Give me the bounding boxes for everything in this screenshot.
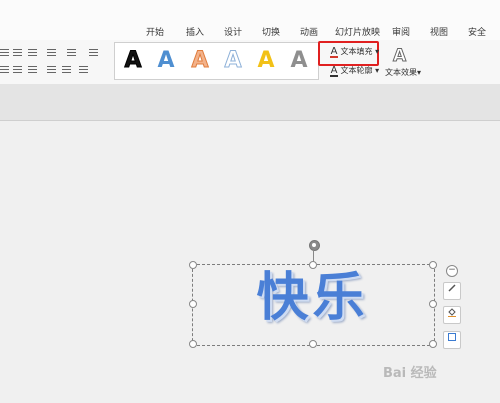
- tab-slideshow[interactable]: 幻灯片放映: [335, 25, 380, 38]
- tab-transition[interactable]: 切换: [262, 25, 280, 38]
- tab-security[interactable]: 安全: [468, 25, 486, 38]
- increase-indent-icon[interactable]: [28, 47, 37, 56]
- align-center-icon[interactable]: [13, 64, 22, 73]
- decrease-indent-icon[interactable]: [13, 47, 22, 56]
- text-direction-icon[interactable]: [67, 47, 76, 56]
- resize-handle-top-right[interactable]: [429, 261, 437, 269]
- fill-bucket-icon[interactable]: [443, 306, 461, 324]
- resize-handle-top[interactable]: [309, 261, 317, 269]
- text-effect-icon: A: [392, 46, 407, 67]
- slide-canvas[interactable]: [0, 121, 500, 403]
- resize-handle-bottom-right[interactable]: [429, 340, 437, 348]
- wordart-text[interactable]: 快乐: [192, 266, 433, 330]
- watermark: Bai 经验: [383, 366, 437, 381]
- wordart-style-black[interactable]: A: [120, 48, 146, 73]
- shape-style-icon[interactable]: [443, 282, 461, 300]
- columns-icon[interactable]: [47, 47, 56, 56]
- tab-animation[interactable]: 动画: [300, 25, 318, 38]
- wordart-style-gallery[interactable]: A A A A A A: [114, 42, 319, 80]
- ribbon-tab-bar: 开始 插入 设计 切换 动画 幻灯片放映 审阅 视图 安全: [0, 0, 500, 40]
- text-fill-button[interactable]: A 文本填充 ▾: [330, 46, 379, 58]
- chevron-down-icon: ▾: [375, 47, 380, 56]
- tab-design[interactable]: 设计: [224, 25, 242, 38]
- align-text-icon[interactable]: [79, 64, 88, 73]
- resize-handle-bottom-left[interactable]: [189, 340, 197, 348]
- distribute-icon[interactable]: [62, 64, 71, 73]
- chevron-down-icon: ▾: [375, 66, 380, 75]
- wordart-style-blue-outline[interactable]: A: [220, 48, 246, 73]
- wordart-style-orange-outline[interactable]: A: [187, 48, 213, 73]
- text-effect-button[interactable]: A 文本效果▾: [384, 46, 424, 80]
- resize-handle-bottom[interactable]: [309, 340, 317, 348]
- outline-icon[interactable]: [443, 331, 461, 349]
- text-outline-icon: A: [330, 65, 338, 77]
- wordart-style-gold[interactable]: A: [253, 49, 279, 73]
- resize-handle-left[interactable]: [189, 300, 197, 308]
- wordart-style-blue[interactable]: A: [153, 49, 179, 73]
- indent-icon[interactable]: [0, 47, 9, 56]
- wordart-style-gray[interactable]: A: [286, 49, 312, 73]
- text-outline-button[interactable]: A 文本轮廓 ▾: [330, 65, 379, 77]
- text-effect-label: 文本效果▾: [385, 68, 422, 77]
- line-spacing-icon[interactable]: [89, 47, 98, 56]
- justify-icon[interactable]: [47, 64, 56, 73]
- collapse-icon[interactable]: −: [446, 265, 458, 277]
- ruler-area: [0, 84, 500, 121]
- text-fill-icon: A: [330, 46, 338, 58]
- text-fill-label: 文本填充: [340, 47, 373, 56]
- text-outline-label: 文本轮廓: [340, 66, 373, 75]
- resize-handle-top-left[interactable]: [189, 261, 197, 269]
- tab-review[interactable]: 审阅: [392, 25, 410, 38]
- align-right-icon[interactable]: [28, 64, 37, 73]
- rotate-handle[interactable]: [309, 240, 320, 251]
- tab-insert[interactable]: 插入: [186, 25, 204, 38]
- resize-handle-right[interactable]: [429, 300, 437, 308]
- tab-home[interactable]: 开始: [146, 25, 164, 38]
- tab-view[interactable]: 视图: [430, 25, 448, 38]
- align-left-icon[interactable]: [0, 64, 9, 73]
